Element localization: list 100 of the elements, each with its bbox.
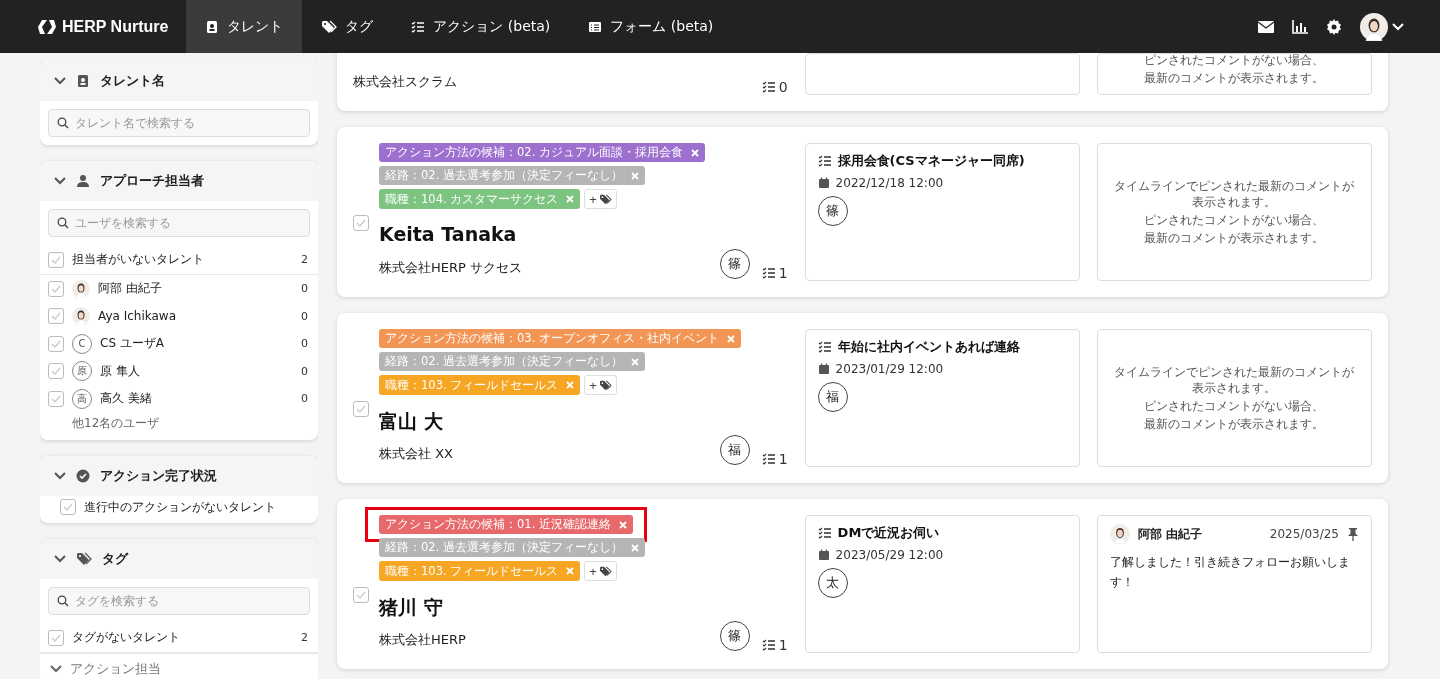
action-date: 2023/01/29 12:00 [835,362,944,376]
chevron-down-icon[interactable] [54,177,66,185]
panel-title: アプローチ担当者 [100,172,204,190]
brand-logo[interactable]: HERP Nurture [38,0,169,53]
checkbox[interactable] [48,251,64,268]
chevron-down-icon[interactable] [54,77,66,85]
tag-label: 経路：02. 過去選考参加（決定フィーなし） [385,354,623,369]
logo-icon [38,18,56,35]
search-input[interactable]: タグを検索する [73,593,309,609]
option-label: 担当者がいないタレント [72,251,205,268]
checkmark-icon [63,503,73,512]
close-icon[interactable] [618,520,627,529]
checkmark-icon [51,394,61,403]
user-name: 阿部 由紀子 [98,280,163,298]
tag-label: アクション方法の候補：02. カジュアル面談・採用会食 [385,145,683,160]
comment-hint: ピンされたコメントがない場合、 [1144,212,1325,228]
user-name: 原 隼人 [100,362,141,380]
search-icon [57,117,69,129]
user-count: 0 [301,364,308,378]
tag-icon [76,552,92,566]
user-name: 高久 美緒 [100,390,153,408]
action-date: 2022/12/18 12:00 [835,176,944,190]
checklist-icon [411,19,426,34]
option-count: 2 [301,253,308,266]
tag-icon [598,379,612,391]
bar-chart-icon[interactable] [1292,19,1308,34]
checkbox[interactable] [48,390,64,407]
checkbox[interactable] [48,280,64,297]
action-date: 2023/05/29 12:00 [835,548,944,562]
checklist-icon [817,527,832,539]
search-input[interactable]: ユーザを検索する [73,215,309,231]
user-count: 0 [301,337,308,351]
search-input[interactable]: タレント名で検索する [73,115,309,131]
contact-card-icon [76,74,90,88]
company-name: 株式会社HERP サクセス [379,259,522,277]
search-icon [57,595,69,607]
search-field[interactable]: タレント名で検索する [48,109,310,137]
comment-hint: タイムラインでピンされた最新のコメントが表示されます。 [1113,364,1356,396]
tag-icon [321,19,338,34]
checkmark-icon [356,404,366,413]
nav-tab[interactable]: タレント [186,0,303,53]
option-label: タグがないタレント [72,629,181,646]
checkbox[interactable] [48,335,64,352]
more-users-link[interactable]: 他12名のユーザ [40,412,318,440]
close-icon[interactable] [566,567,575,575]
close-icon[interactable] [630,543,639,552]
checkmark-icon [51,255,61,264]
checkbox[interactable] [48,629,64,646]
nav-tab[interactable]: アクション (beta) [392,0,570,53]
tag-label: アクション方法の候補：01. 近況確認連絡 [385,517,611,532]
tag-label: 経路：02. 過去選考参加（決定フィーなし） [385,168,623,183]
chevron-down-icon[interactable] [54,555,66,563]
close-icon[interactable] [726,334,735,343]
checkbox[interactable] [353,586,369,603]
group-label[interactable]: アクション担当 [70,660,161,678]
add-tag-button[interactable]: + [584,561,617,581]
option-count: 2 [301,631,308,644]
add-tag-button[interactable]: + [584,375,617,395]
comment-hint: 最新のコメントが表示されます。 [1144,70,1325,86]
checklist-icon [761,453,776,465]
person-icon [76,174,90,188]
close-icon[interactable] [630,357,639,366]
nav-tab[interactable]: フォーム (beta) [569,0,733,53]
check-circle-icon [76,468,90,483]
checkbox[interactable] [60,499,76,516]
checkmark-icon [356,590,366,599]
calendar-icon [817,549,830,561]
chevron-down-icon[interactable] [54,471,66,480]
checkbox[interactable] [48,308,64,325]
pin-icon[interactable] [1347,527,1359,541]
search-field[interactable]: ユーザを検索する [48,209,310,237]
checklist-icon [761,81,776,93]
nav-tab[interactable]: タグ [302,0,393,53]
close-icon[interactable] [630,171,639,180]
action-count: 1 [778,451,788,467]
checkbox[interactable] [353,214,369,231]
close-icon[interactable] [566,381,575,389]
checkmark-icon [51,284,61,293]
panel-title: タグ [102,550,128,568]
close-icon[interactable] [690,148,699,157]
user-count: 0 [301,282,308,296]
add-tag-button[interactable]: + [584,189,617,209]
comment-hint: 最新のコメントが表示されます。 [1144,230,1325,246]
checkbox[interactable] [353,400,369,417]
settings-icon[interactable] [1326,18,1342,35]
mail-icon[interactable] [1258,20,1274,33]
checkmark-icon [51,633,61,642]
tag-label: 職種：104. カスタマーサクセス [385,191,559,207]
company-name: 株式会社 XX [379,445,453,463]
avatar-icon [1109,524,1130,544]
comment-hint: 最新のコメントが表示されます。 [1144,416,1325,432]
contact-card-icon [205,19,220,34]
form-icon [588,19,603,34]
comment-hint: ピンされたコメントがない場合、 [1144,398,1325,414]
action-title: 年始に社内イベントあれば連絡 [837,338,1020,356]
search-field[interactable]: タグを検索する [48,587,310,615]
user-count: 0 [301,392,308,406]
checkbox[interactable] [48,363,64,380]
close-icon[interactable] [566,195,575,203]
action-count: 1 [778,637,788,653]
